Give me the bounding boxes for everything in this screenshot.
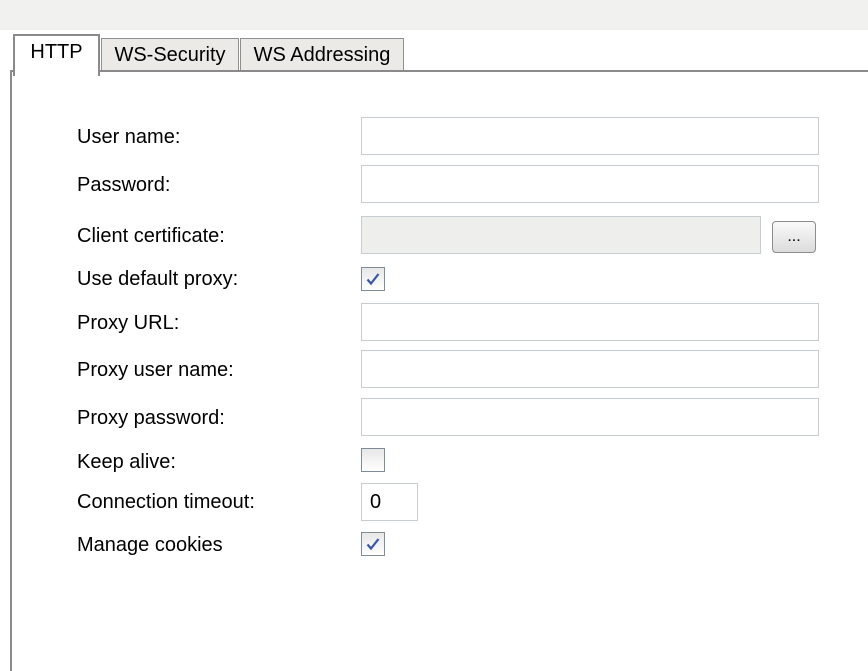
user-name-label: User name: [77,126,181,148]
proxy-url-input[interactable] [361,303,819,341]
keep-alive-label: Keep alive: [77,451,176,473]
tab-http[interactable]: HTTP [13,34,100,76]
use-default-proxy-label: Use default proxy: [77,268,239,290]
proxy-user-name-input[interactable] [361,350,819,388]
dialog-panel: HTTP WS-Security WS Addressing User name… [0,0,868,671]
checkmark-icon [365,271,381,287]
use-default-proxy-checkbox[interactable] [361,267,385,291]
manage-cookies-checkbox[interactable] [361,532,385,556]
proxy-password-label: Proxy password: [77,407,225,429]
browse-certificate-button[interactable]: ... [772,221,816,253]
tab-ws-addressing[interactable]: WS Addressing [240,38,404,72]
proxy-user-name-label: Proxy user name: [77,359,234,381]
password-label: Password: [77,174,171,196]
keep-alive-checkbox[interactable] [361,448,385,472]
checkmark-icon [365,536,381,552]
connection-timeout-input[interactable] [361,483,418,521]
manage-cookies-label: Manage cookies [77,534,223,556]
connection-timeout-label: Connection timeout: [77,491,255,513]
tab-ws-security[interactable]: WS-Security [101,38,239,72]
client-certificate-input [361,216,761,254]
proxy-url-label: Proxy URL: [77,312,180,334]
client-certificate-label: Client certificate: [77,225,225,247]
top-strip [0,0,868,30]
proxy-password-input[interactable] [361,398,819,436]
password-input[interactable] [361,165,819,203]
user-name-input[interactable] [361,117,819,155]
